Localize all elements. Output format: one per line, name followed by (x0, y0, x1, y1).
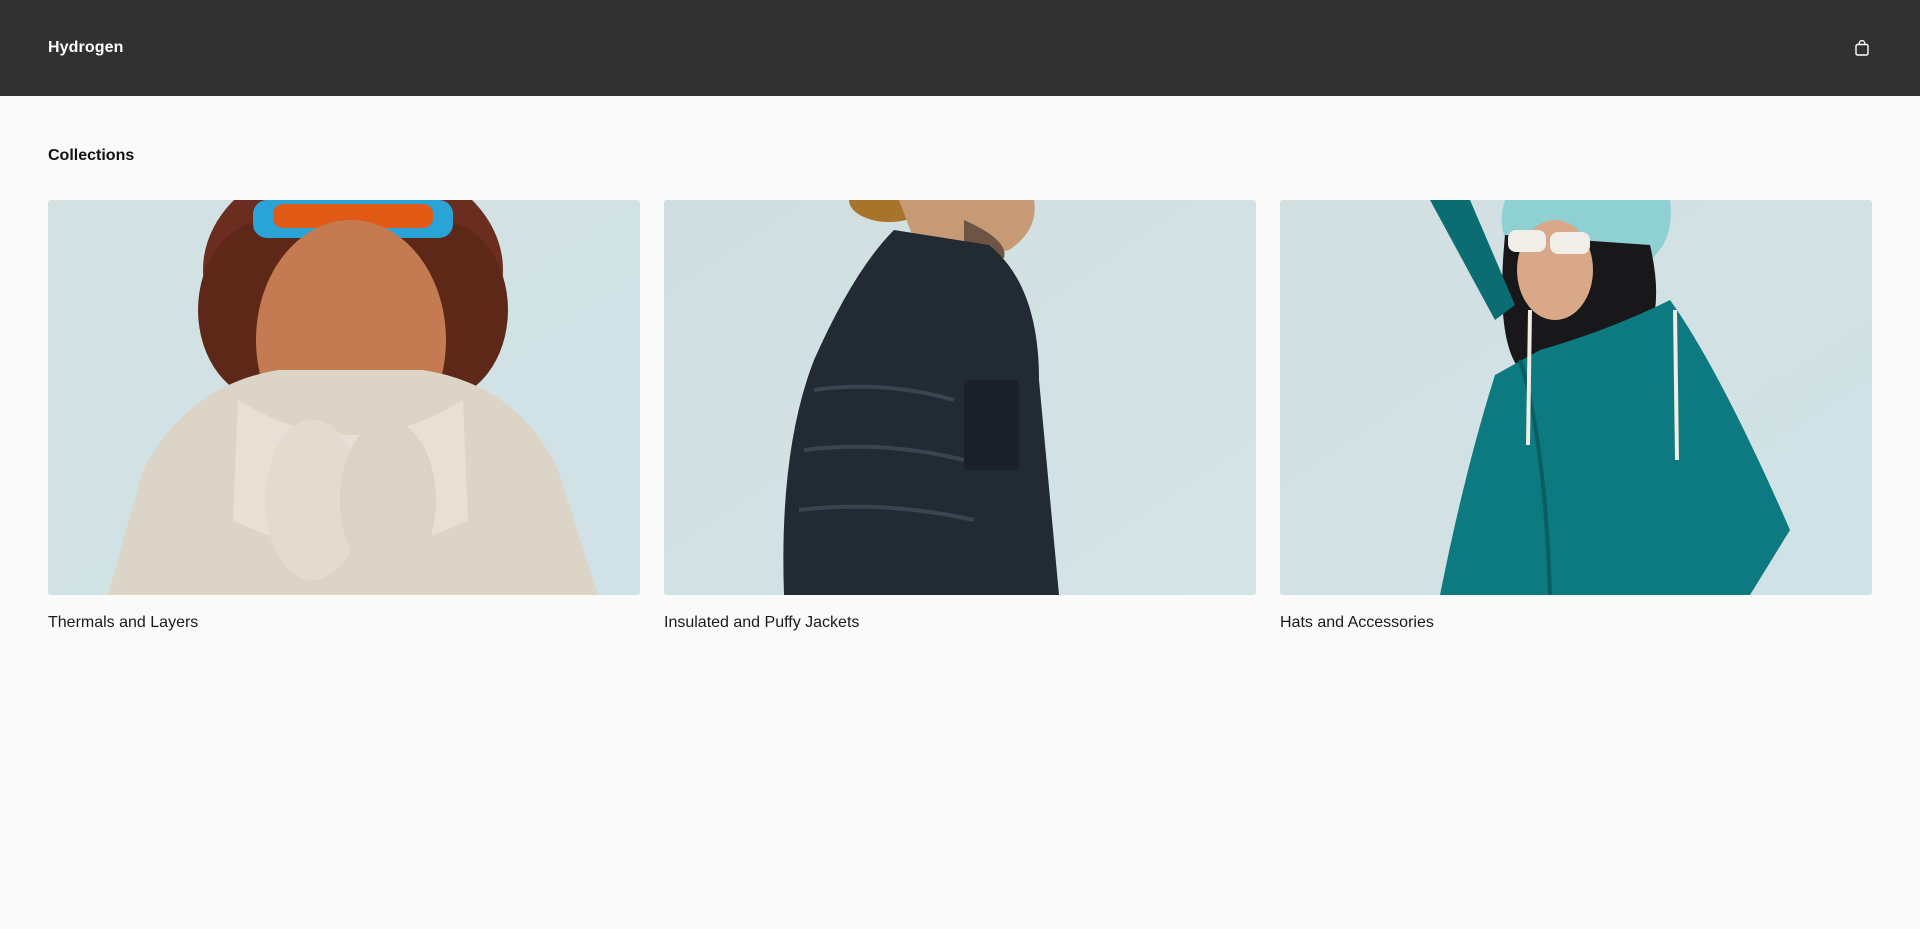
page-title: Collections (48, 147, 135, 164)
collection-card-accessories[interactable]: Hats and Accessories (1280, 200, 1872, 632)
site-header: Hydrogen (0, 0, 1920, 96)
collection-title[interactable]: Hats and Accessories (1280, 614, 1872, 632)
collection-image-jackets (664, 200, 1256, 595)
collections-grid: Thermals and Layers Insulated and Puffy … (48, 200, 1872, 632)
brand-logo-link[interactable]: Hydrogen (48, 39, 123, 57)
collection-image-accessories (1280, 200, 1872, 595)
collection-card-jackets[interactable]: Insulated and Puffy Jackets (664, 200, 1256, 632)
shopping-bag-icon (1855, 40, 1869, 56)
cart-button[interactable] (1848, 34, 1876, 62)
collection-title[interactable]: Insulated and Puffy Jackets (664, 614, 1256, 632)
collection-image-thermals (48, 200, 640, 595)
collection-card-thermals[interactable]: Thermals and Layers (48, 200, 640, 632)
collection-title[interactable]: Thermals and Layers (48, 614, 640, 632)
